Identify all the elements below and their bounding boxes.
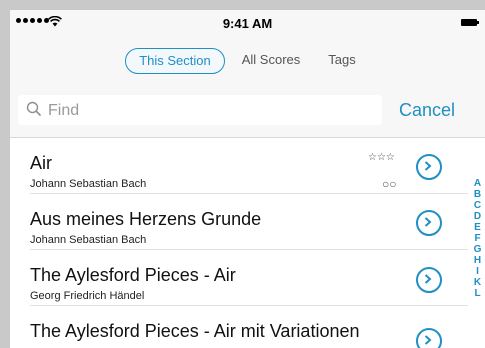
index-letter-i[interactable]: I [470, 266, 485, 277]
index-letter-e[interactable]: E [470, 222, 485, 233]
tab-this-section[interactable]: This Section [125, 48, 225, 74]
rating-stars[interactable]: ☆☆☆ [368, 152, 395, 163]
score-title: Air [30, 153, 52, 173]
list-item[interactable]: Air Johann Sebastian Bach ☆☆☆ ○○ [10, 138, 468, 194]
index-letter-c[interactable]: C [470, 200, 485, 211]
score-list: Air Johann Sebastian Bach ☆☆☆ ○○ Aus mei… [10, 138, 485, 348]
status-time: 9:41 AM [222, 16, 273, 31]
phone-screen: 9:41 AM This Section All Scores Tags Can… [10, 10, 485, 348]
list-item[interactable]: The Aylesford Pieces - Air Georg Friedri… [10, 250, 468, 306]
score-composer: Johann Sebastian Bach [30, 178, 147, 190]
index-letter-f[interactable]: F [470, 233, 485, 244]
search-bar: Cancel [10, 92, 485, 132]
chevron-right-icon[interactable] [416, 267, 442, 293]
chevron-right-icon[interactable] [416, 210, 442, 236]
index-letter-b[interactable]: B [470, 189, 485, 200]
index-letter-l[interactable]: L [470, 288, 485, 299]
score-composer: Georg Friedrich Händel [30, 290, 145, 302]
search-input[interactable] [46, 99, 370, 123]
tab-all-scores[interactable]: All Scores [236, 48, 306, 72]
index-letter-d[interactable]: D [470, 211, 485, 222]
chevron-right-icon[interactable] [416, 154, 442, 180]
status-circles: ○○ [382, 177, 397, 191]
index-letter-h[interactable]: H [470, 255, 485, 266]
segmented-tabs: This Section All Scores Tags [10, 48, 485, 74]
index-letter-a[interactable]: A [470, 178, 485, 189]
status-bar: 9:41 AM [10, 10, 485, 38]
tab-tags[interactable]: Tags [322, 48, 362, 72]
index-letter-g[interactable]: G [470, 244, 485, 255]
score-title: The Aylesford Pieces - Air [30, 265, 236, 285]
score-composer: Johann Sebastian Bach [30, 234, 147, 246]
section-index[interactable]: A B C D E F G H I K L [470, 178, 485, 299]
list-item[interactable]: Aus meines Herzens Grunde Johann Sebasti… [10, 194, 468, 250]
chevron-right-icon[interactable] [416, 328, 442, 348]
cancel-button[interactable]: Cancel [399, 100, 455, 121]
score-title: The Aylesford Pieces - Air mit Variation… [30, 321, 360, 341]
index-letter-k[interactable]: K [470, 277, 485, 288]
battery-icon [461, 19, 479, 26]
search-icon [26, 101, 42, 122]
score-title: Aus meines Herzens Grunde [30, 209, 262, 229]
search-field[interactable] [18, 95, 382, 125]
list-item[interactable]: The Aylesford Pieces - Air mit Variation… [10, 306, 468, 348]
